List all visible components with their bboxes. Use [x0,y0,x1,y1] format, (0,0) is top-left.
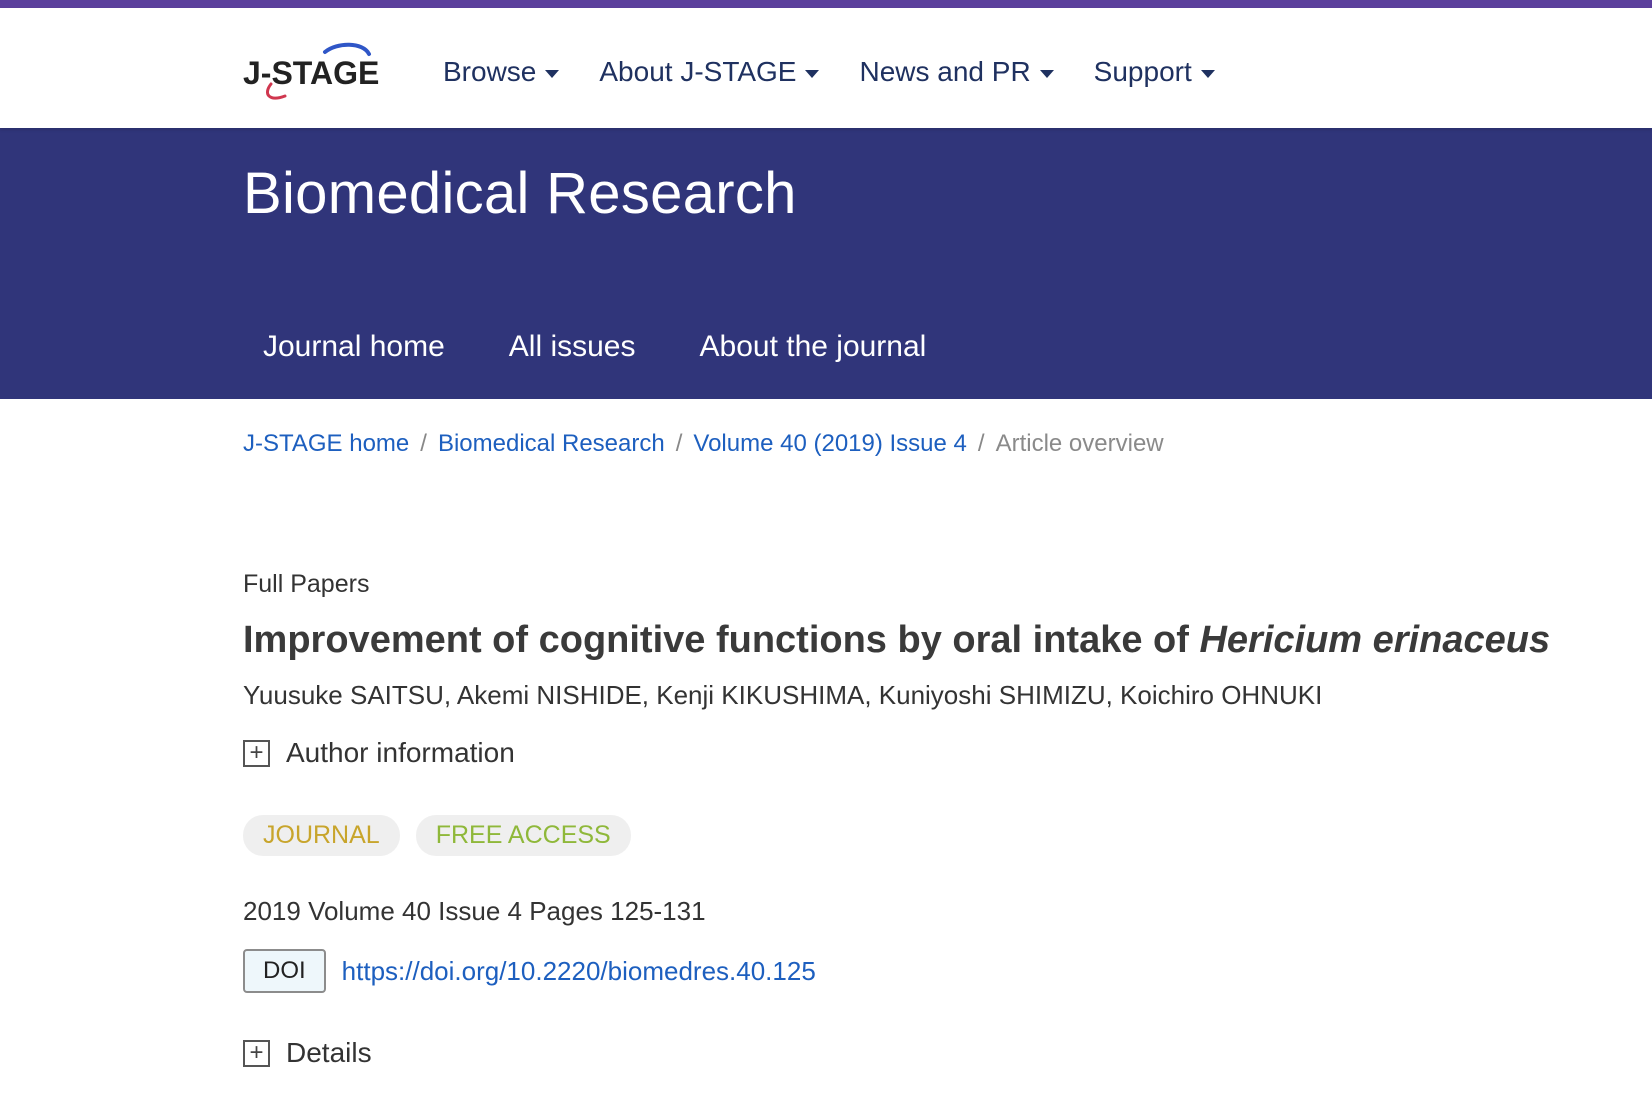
jstage-logo[interactable]: J-STAGE [241,38,385,108]
article-type: Full Papers [243,570,370,598]
author-information-toggle[interactable]: + Author information [243,737,1623,769]
top-accent-bar [0,0,1652,8]
nav-about-jstage-label: About J-STAGE [599,56,797,87]
tab-all-issues[interactable]: All issues [509,330,636,364]
free-access-badge: FREE ACCESS [415,815,631,856]
expand-plus-icon: + [243,739,270,767]
chevron-down-icon [805,69,820,78]
nav-browse-label: Browse [443,56,537,87]
site-header: J-STAGE Browse About J-STAGE News and PR… [0,8,1652,128]
article-title-species: Hericium erinaceus [1199,619,1551,661]
breadcrumb-separator: / [675,430,683,457]
nav-news-pr[interactable]: News and PR [859,56,1054,88]
chevron-down-icon [1200,69,1215,78]
journal-banner: Biomedical Research Journal home All iss… [0,128,1652,399]
access-badges: JOURNAL FREE ACCESS [243,815,1623,856]
article-overview: Full Papers Improvement of cognitive fun… [243,570,1623,1069]
expand-plus-icon: + [243,1039,270,1067]
article-title-text: Improvement of cognitive functions by or… [243,619,1200,661]
nav-support-label: Support [1093,56,1192,87]
chevron-down-icon [545,69,560,78]
breadcrumb-issue[interactable]: Volume 40 (2019) Issue 4 [693,430,967,458]
chevron-down-icon [1039,69,1054,78]
breadcrumb: J-STAGE home / Biomedical Research / Vol… [243,430,1164,458]
nav-support[interactable]: Support [1094,56,1215,88]
details-label: Details [286,1037,372,1068]
breadcrumb-separator: / [977,430,985,457]
main-nav: Browse About J-STAGE News and PR Support [443,56,1255,88]
details-toggle[interactable]: + Details [243,1037,1623,1069]
journal-title[interactable]: Biomedical Research [243,160,797,227]
doi-row: DOI https://doi.org/10.2220/biomedres.40… [243,949,1623,993]
journal-nav: Journal home All issues About the journa… [263,330,990,364]
tab-about-journal[interactable]: About the journal [700,330,927,364]
tab-journal-home[interactable]: Journal home [263,330,445,364]
breadcrumb-jstage-home[interactable]: J-STAGE home [243,430,409,458]
nav-browse[interactable]: Browse [443,56,560,88]
journal-badge: JOURNAL [243,815,400,856]
logo-text: J-STAGE [243,55,379,91]
citation-info: 2019 Volume 40 Issue 4 Pages 125-131 [243,896,706,926]
doi-label: DOI [243,949,326,993]
nav-about-jstage[interactable]: About J-STAGE [599,56,820,88]
article-title: Improvement of cognitive functions by or… [243,619,1623,662]
author-list: Yuusuke SAITSU, Akemi NISHIDE, Kenji KIK… [243,680,1323,710]
breadcrumb-journal[interactable]: Biomedical Research [438,430,665,458]
author-information-label: Author information [286,737,515,768]
doi-link[interactable]: https://doi.org/10.2220/biomedres.40.125 [342,956,816,987]
breadcrumb-separator: / [420,430,427,457]
breadcrumb-current: Article overview [995,430,1164,457]
nav-news-pr-label: News and PR [859,56,1031,87]
